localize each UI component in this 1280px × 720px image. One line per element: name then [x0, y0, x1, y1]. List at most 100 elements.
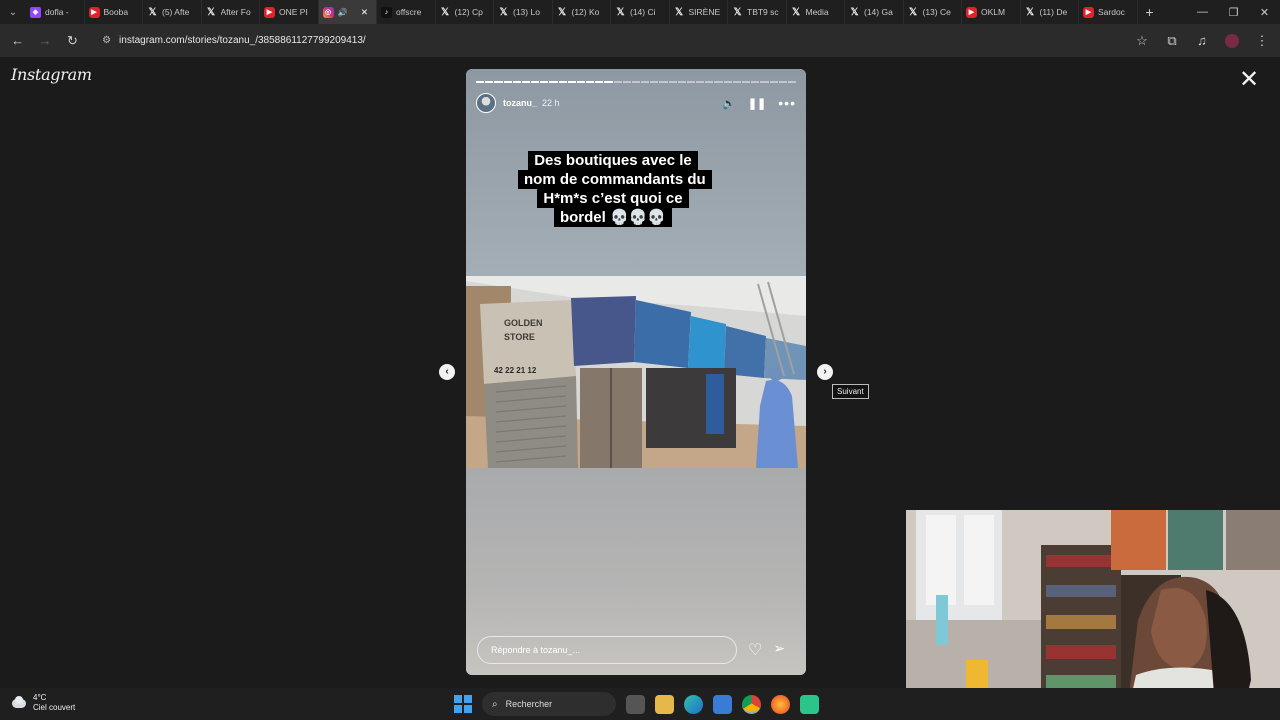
extensions-icon[interactable]: ⧉ — [1160, 29, 1184, 53]
task-view-icon[interactable] — [626, 694, 645, 714]
tab-title: (13) Ce — [922, 7, 951, 17]
tab-title: Sardoc — [1098, 7, 1125, 17]
browser-tab[interactable]: 𝕏 (11) De — [1021, 0, 1079, 24]
browser-tab[interactable]: 𝕏 (12) Cp — [436, 0, 494, 24]
youtube-icon: ▶ — [966, 6, 977, 18]
progress-segment — [751, 81, 760, 83]
browser-tab[interactable]: 𝕏 After Fo — [202, 0, 260, 24]
restore-icon[interactable]: ❐ — [1218, 6, 1249, 19]
browser-menu-icon[interactable]: ⋮ — [1250, 29, 1274, 53]
new-tab-button[interactable]: + — [1138, 4, 1162, 20]
avatar[interactable] — [476, 93, 496, 113]
progress-segment — [741, 81, 751, 83]
address-bar[interactable]: ⚙ instagram.com/stories/tozanu_/38588611… — [94, 29, 1126, 53]
weather-widget[interactable]: 4°C Ciel couvert — [10, 693, 75, 713]
progress-segment — [705, 81, 714, 83]
previous-story-chevron-icon[interactable]: ‹ — [439, 364, 455, 380]
progress-segment — [732, 81, 741, 83]
tab-search-chevron-icon[interactable]: ⌄ — [0, 0, 26, 24]
tab-title: ONE PI — [279, 7, 308, 17]
reload-button[interactable]: ↻ — [61, 29, 84, 53]
twitch-icon: ◈ — [30, 6, 41, 18]
progress-segment — [476, 81, 485, 83]
progress-segment — [714, 81, 723, 83]
close-story-icon[interactable]: ✕ — [1236, 68, 1262, 94]
browser-tab[interactable]: ▶ ONE PI — [260, 0, 319, 24]
file-explorer-icon[interactable] — [655, 694, 674, 714]
progress-segment — [521, 81, 531, 83]
browser-tab[interactable]: 𝕏 (14) Ci — [611, 0, 670, 24]
progress-segment — [778, 81, 787, 83]
browser-tab[interactable]: ◎ 🔊 ✕ — [318, 0, 377, 24]
back-button[interactable]: ← — [6, 29, 29, 53]
chrome-icon[interactable] — [742, 694, 761, 714]
media-controls-icon[interactable]: ♫ — [1190, 29, 1214, 53]
search-icon: ⌕ — [492, 698, 498, 710]
tab-title: (5) Afte — [162, 7, 190, 17]
caption-text: Des boutiques avec le nom de commandants… — [518, 151, 712, 227]
progress-segment — [485, 81, 494, 83]
story-header: tozanu_ 22 h 🔈 ❚❚ ••• — [476, 91, 796, 115]
browser-tab[interactable]: 𝕏 (12) Ko — [553, 0, 611, 24]
browser-tab[interactable]: 𝕏 (5) Afte — [143, 0, 202, 24]
more-options-icon[interactable]: ••• — [778, 95, 796, 111]
browser-tab[interactable]: 𝕏 (13) Ce — [904, 0, 962, 24]
send-icon[interactable]: ➢ — [773, 640, 785, 660]
progress-segment — [641, 81, 650, 83]
browser-tab[interactable]: 𝕏 TBT9 sc — [728, 0, 787, 24]
volume-icon[interactable]: 🔈 — [722, 97, 736, 110]
tab-title: TBT9 sc — [747, 7, 779, 17]
browser-tab[interactable]: ▶ Sardoc — [1079, 0, 1138, 24]
story-card[interactable]: tozanu_ 22 h 🔈 ❚❚ ••• Des boutiques avec… — [466, 69, 806, 675]
browser-tab[interactable]: ♪ offscre — [377, 0, 436, 24]
tab-title: (12) Cp — [454, 7, 483, 17]
tab-title: Booba — [103, 7, 129, 17]
windows-start-icon[interactable] — [454, 695, 472, 713]
window-controls: — ❐ ✕ — [1187, 6, 1280, 19]
story-username[interactable]: tozanu_ — [503, 98, 537, 108]
browser-tab[interactable]: 𝕏 SIRÈNE — [670, 0, 728, 24]
instagram-logo[interactable]: Instagram — [11, 65, 92, 84]
story-timestamp: 22 h — [542, 98, 560, 108]
firefox-icon[interactable] — [771, 694, 790, 714]
progress-segment — [531, 81, 540, 83]
x-icon: 𝕏 — [499, 6, 508, 18]
progress-segment — [512, 81, 521, 83]
tab-title: After Fo — [220, 7, 251, 17]
next-tooltip: Suivant — [832, 384, 869, 399]
progress-segment — [567, 81, 576, 83]
story-progress-bar — [476, 81, 797, 83]
minimize-icon[interactable]: — — [1187, 6, 1218, 19]
pause-icon[interactable]: ❚❚ — [748, 97, 766, 110]
bookmark-star-icon[interactable]: ☆ — [1130, 29, 1154, 53]
microsoft-store-icon[interactable] — [713, 694, 732, 714]
edge-icon[interactable] — [684, 694, 703, 714]
tab-audio-icon[interactable]: 🔊 — [338, 8, 348, 17]
tab-list: ◈ dofla - ▶ Booba 𝕏 (5) Afte 𝕏 After Fo ▶ ONE PI ◎… — [26, 0, 1138, 24]
next-story-chevron-icon[interactable]: › — [817, 364, 833, 380]
progress-segment — [723, 81, 732, 83]
close-window-icon[interactable]: ✕ — [1249, 6, 1280, 19]
tab-title: (12) Ko — [571, 7, 600, 17]
cloudy-weather-icon — [10, 696, 28, 710]
browser-tab[interactable]: 𝕏 Media — [787, 0, 845, 24]
browser-tab[interactable]: ◈ dofla - — [26, 0, 85, 24]
streaming-app-icon[interactable] — [800, 694, 819, 714]
browser-tab[interactable]: 𝕏 (13) Lo — [494, 0, 553, 24]
forward-button[interactable]: → — [33, 29, 56, 53]
browser-tab[interactable]: ▶ OKLM — [962, 0, 1021, 24]
site-info-icon[interactable]: ⚙ — [102, 35, 111, 46]
profile-avatar[interactable] — [1220, 29, 1244, 53]
shop-phone-number: 42 22 21 12 — [494, 366, 537, 375]
tab-title: (14) Ci — [630, 7, 656, 17]
heart-icon[interactable]: ♡ — [748, 640, 762, 660]
browser-tab[interactable]: ▶ Booba — [85, 0, 143, 24]
reply-placeholder: Répondre à tozanu_... — [491, 645, 581, 655]
taskbar-apps: ⌕ Rechercher — [454, 692, 819, 716]
browser-tab[interactable]: 𝕏 (14) Ga — [845, 0, 904, 24]
x-icon: 𝕏 — [616, 6, 625, 18]
progress-segment — [696, 81, 705, 83]
tab-close-icon[interactable]: ✕ — [361, 7, 368, 18]
taskbar-search[interactable]: ⌕ Rechercher — [482, 692, 616, 716]
story-reply-input[interactable]: Répondre à tozanu_... — [477, 636, 737, 664]
